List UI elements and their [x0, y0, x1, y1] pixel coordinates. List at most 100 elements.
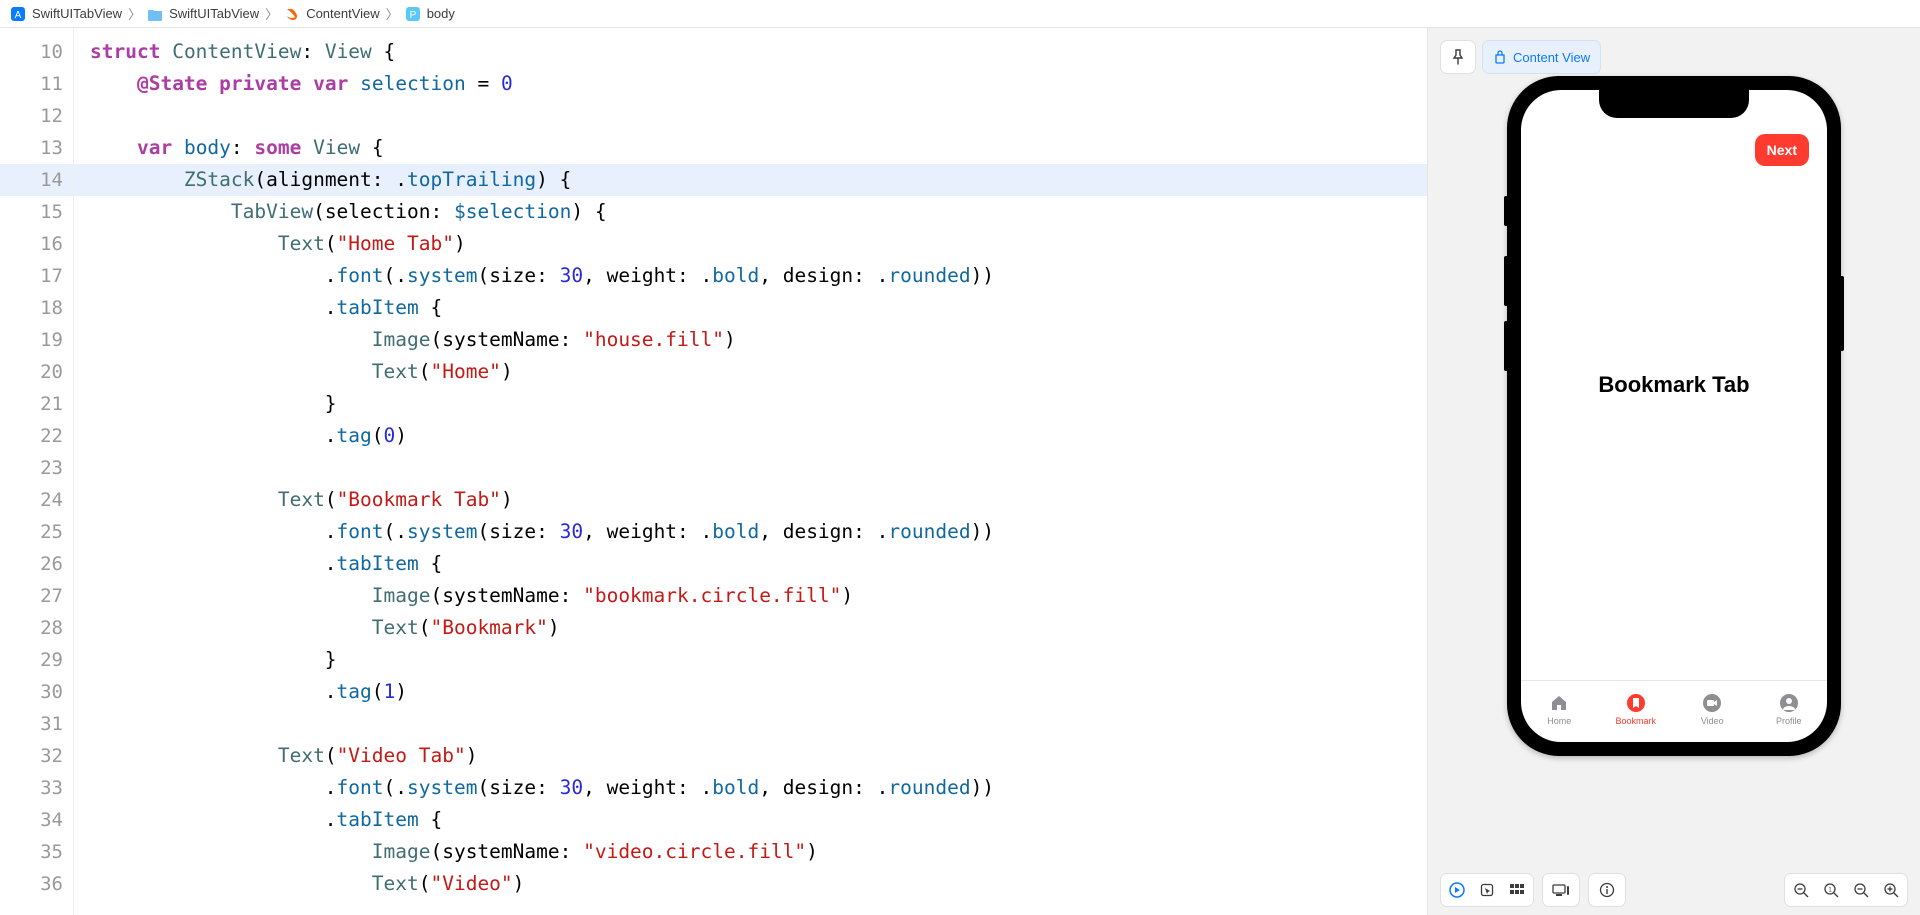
breadcrumb-item-project[interactable]: A SwiftUITabView [10, 6, 122, 22]
code-line[interactable]: Text("Home") [90, 356, 1427, 388]
preview-tab-label: Bookmark [1615, 716, 1656, 726]
code-line[interactable]: var body: some View { [90, 132, 1427, 164]
line-number: 31 [0, 708, 63, 740]
line-number-gutter: 1011121314151617181920212223242526272829… [0, 28, 74, 915]
code-line[interactable]: Text("Video Tab") [90, 740, 1427, 772]
preview-tab-label: Home [1547, 716, 1571, 726]
code-line[interactable]: struct ContentView: View { [90, 36, 1427, 68]
preview-tab-video[interactable]: Video [1682, 692, 1742, 726]
app-icon: A [10, 6, 26, 22]
code-line[interactable]: } [90, 644, 1427, 676]
code-line[interactable]: Image(systemName: "bookmark.circle.fill"… [90, 580, 1427, 612]
line-number: 11 [0, 68, 63, 100]
person-circle-icon [1778, 692, 1800, 714]
preview-tab-bookmark[interactable]: Bookmark [1606, 692, 1666, 726]
pin-icon [1451, 49, 1465, 65]
zoom-fit-button[interactable] [1851, 880, 1871, 900]
code-line[interactable] [90, 708, 1427, 740]
code-line[interactable]: Text("Home Tab") [90, 228, 1427, 260]
line-number: 29 [0, 644, 63, 676]
line-number: 22 [0, 420, 63, 452]
variants-preview-button[interactable] [1507, 880, 1527, 900]
zoom-controls-group: 1 [1784, 873, 1908, 907]
code-line[interactable]: TabView(selection: $selection) { [90, 196, 1427, 228]
preview-tab-profile[interactable]: Profile [1759, 692, 1819, 726]
line-number: 28 [0, 612, 63, 644]
code-line[interactable]: .font(.system(size: 30, weight: .bold, d… [90, 516, 1427, 548]
preview-tab-label: Video [1701, 716, 1724, 726]
line-number: 27 [0, 580, 63, 612]
code-editor[interactable]: 1011121314151617181920212223242526272829… [0, 28, 1428, 915]
video-circle-icon [1701, 692, 1723, 714]
breadcrumb-item-file[interactable]: ContentView [284, 6, 379, 22]
preview-controls-group [1440, 873, 1534, 907]
code-line[interactable]: .tag(0) [90, 420, 1427, 452]
code-line[interactable]: .font(.system(size: 30, weight: .bold, d… [90, 772, 1427, 804]
zoom-in-button[interactable] [1881, 880, 1901, 900]
breadcrumb-label: body [427, 6, 455, 21]
breadcrumb-label: SwiftUITabView [32, 6, 122, 21]
code-line[interactable]: Text("Bookmark") [90, 612, 1427, 644]
line-number: 20 [0, 356, 63, 388]
line-number: 24 [0, 484, 63, 516]
property-icon: P [405, 6, 421, 22]
svg-text:P: P [409, 10, 416, 21]
preview-tab-home[interactable]: Home [1529, 692, 1589, 726]
line-number: 18 [0, 292, 63, 324]
preview-canvas: Content View Next Bookmark Tab HomeBookm… [1428, 28, 1920, 915]
swift-icon [284, 6, 300, 22]
code-area[interactable]: struct ContentView: View { @State privat… [74, 28, 1427, 915]
code-line[interactable] [90, 100, 1427, 132]
line-number: 10 [0, 36, 63, 68]
line-number: 15 [0, 196, 63, 228]
line-number: 34 [0, 804, 63, 836]
code-line[interactable]: .tabItem { [90, 804, 1427, 836]
code-line[interactable]: .font(.system(size: 30, weight: .bold, d… [90, 260, 1427, 292]
line-number: 30 [0, 676, 63, 708]
pin-preview-button[interactable] [1440, 40, 1476, 74]
line-number: 14 [0, 164, 73, 196]
chevron-right-icon: 〉 [128, 4, 141, 23]
code-line[interactable]: ZStack(alignment: .topTrailing) { [74, 164, 1427, 196]
device-frame: Next Bookmark Tab HomeBookmarkVideoProfi… [1507, 76, 1841, 756]
content-view-chip[interactable]: Content View [1482, 40, 1601, 74]
breadcrumb-label: ContentView [306, 6, 379, 21]
line-number: 19 [0, 324, 63, 356]
svg-text:1: 1 [1828, 888, 1832, 894]
canvas-settings-button[interactable] [1588, 873, 1626, 907]
code-line[interactable] [90, 452, 1427, 484]
bag-icon [1493, 50, 1507, 64]
house-icon [1548, 692, 1570, 714]
code-line[interactable]: Text("Bookmark Tab") [90, 484, 1427, 516]
device-notch [1599, 90, 1749, 118]
line-number: 25 [0, 516, 63, 548]
live-preview-button[interactable] [1447, 880, 1467, 900]
code-line[interactable]: .tabItem { [90, 548, 1427, 580]
breadcrumb-item-folder[interactable]: SwiftUITabView [147, 6, 259, 22]
device-screen[interactable]: Next Bookmark Tab HomeBookmarkVideoProfi… [1521, 90, 1827, 742]
code-line[interactable]: @State private var selection = 0 [90, 68, 1427, 100]
device-settings-icon [1551, 880, 1571, 900]
code-line[interactable]: .tabItem { [90, 292, 1427, 324]
zoom-out-button[interactable] [1791, 880, 1811, 900]
code-line[interactable]: Image(systemName: "house.fill") [90, 324, 1427, 356]
line-number: 23 [0, 452, 63, 484]
breadcrumb-item-symbol[interactable]: P body [405, 6, 455, 22]
next-button[interactable]: Next [1755, 134, 1809, 166]
line-number: 21 [0, 388, 63, 420]
selectable-preview-button[interactable] [1477, 880, 1497, 900]
device-settings-button[interactable] [1542, 873, 1580, 907]
code-line[interactable]: Text("Video") [90, 868, 1427, 900]
svg-text:A: A [15, 10, 22, 21]
line-number: 13 [0, 132, 63, 164]
folder-icon [147, 6, 163, 22]
line-number: 16 [0, 228, 63, 260]
chevron-right-icon: 〉 [386, 4, 399, 23]
line-number: 35 [0, 836, 63, 868]
zoom-actual-button[interactable]: 1 [1821, 880, 1841, 900]
code-line[interactable]: .tag(1) [90, 676, 1427, 708]
line-number: 33 [0, 772, 63, 804]
code-line[interactable]: Image(systemName: "video.circle.fill") [90, 836, 1427, 868]
code-line[interactable]: } [90, 388, 1427, 420]
breadcrumb: A SwiftUITabView 〉 SwiftUITabView 〉 Cont… [0, 0, 1920, 28]
